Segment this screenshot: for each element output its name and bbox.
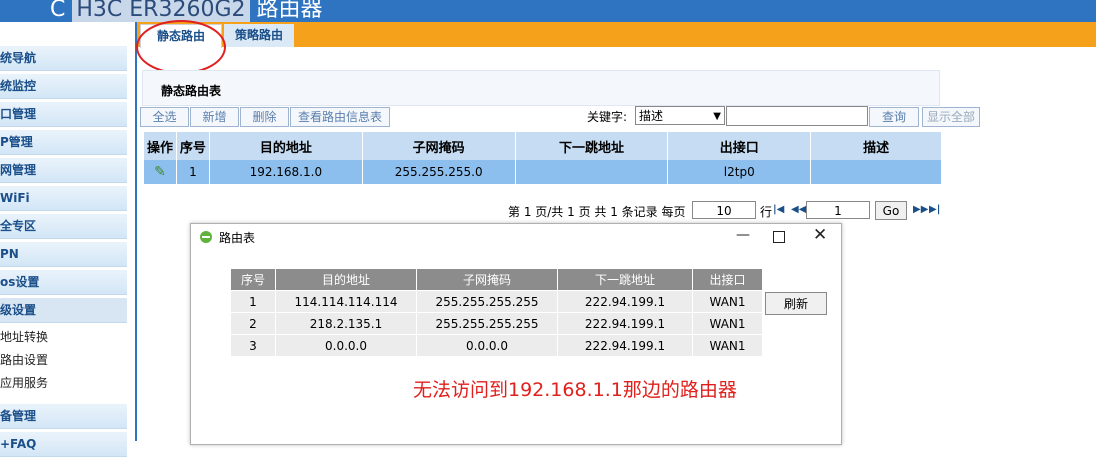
sidebar-item-security[interactable]: 全专区 (0, 214, 127, 239)
per-page-input[interactable]: 10 (692, 201, 756, 219)
col-header: 目的地址 (275, 269, 417, 291)
col-header: 操作 (144, 132, 177, 160)
sidebar-sub-routing[interactable]: 路由设置 (0, 351, 48, 368)
cell-dest: 0.0.0.0 (275, 334, 417, 356)
sidebar-item-interface[interactable]: 口管理 (0, 102, 127, 127)
col-header: 出接口 (692, 269, 763, 291)
cell-next-hop: 222.94.199.1 (557, 290, 693, 313)
col-header: 下一跳地址 (557, 269, 693, 291)
col-header: 描述 (810, 132, 942, 160)
section-header: 静态路由表 (142, 70, 940, 106)
col-header: 目的地址 (209, 132, 363, 160)
sidebar-item-nav[interactable]: 统导航 (0, 46, 127, 71)
route-header-row: 序号 目的地址 子网掩码 下一跳地址 出接口 (231, 269, 763, 291)
title-suffix: 路由器 (256, 0, 323, 22)
row-unit-label: 行 (760, 205, 773, 219)
browser-icon (200, 231, 212, 243)
cell-mask: 255.255.255.255 (416, 312, 558, 335)
sidebar-item-vpn[interactable]: PN (0, 242, 127, 267)
dialog-title: 路由表 (219, 231, 256, 245)
last-page-icon[interactable]: ▶| (929, 204, 940, 215)
close-icon[interactable]: ✕ (813, 225, 827, 245)
cell-dest: 114.114.114.114 (275, 290, 417, 313)
cell-iface: WAN1 (692, 290, 763, 313)
next-page-icon[interactable]: ▶▶ (913, 204, 928, 215)
show-all-button[interactable]: 显示全部 (922, 107, 980, 127)
col-header: 下一跳地址 (515, 132, 669, 160)
table-row: 3 0.0.0.0 0.0.0.0 222.94.199.1 WAN1 (231, 334, 763, 356)
table-row: 1 114.114.114.114 255.255.255.255 222.94… (231, 290, 763, 313)
route-table: 序号 目的地址 子网掩码 下一跳地址 出接口 1 114.114.114.114… (231, 269, 763, 356)
sidebar-item-device[interactable]: 备管理 (0, 404, 127, 429)
cell-dest: 192.168.1.0 (209, 160, 363, 184)
chevron-down-icon: ▼ (713, 111, 721, 122)
cell-mask: 255.255.255.0 (362, 160, 516, 184)
sidebar: 统导航 统监控 口管理 P管理 网管理 WiFi 全专区 PN os设置 级设置… (0, 22, 135, 457)
col-header: 序号 (231, 269, 276, 291)
page-input[interactable]: 1 (806, 201, 870, 219)
pencil-icon[interactable]: ✎ (154, 164, 166, 180)
table-row: 2 218.2.135.1 255.255.255.255 222.94.199… (231, 312, 763, 335)
edit-cell[interactable]: ✎ (144, 160, 177, 184)
delete-button[interactable]: 删除 (240, 107, 289, 127)
sidebar-item-ip[interactable]: P管理 (0, 130, 127, 155)
col-header: 序号 (176, 132, 210, 160)
cell-next-hop: 222.94.199.1 (557, 312, 693, 335)
static-route-table: 操作 序号 目的地址 子网掩码 下一跳地址 出接口 描述 ✎ 1 192.168… (144, 132, 942, 184)
cell-index: 1 (176, 160, 210, 184)
refresh-button[interactable]: 刷新 (765, 292, 827, 315)
cell-index: 1 (231, 290, 276, 313)
cell-index: 2 (231, 312, 276, 335)
pager-text: 第 1 页/共 1 页 共 1 条记录 每页 (508, 205, 686, 219)
cell-iface: WAN1 (692, 312, 763, 335)
col-header: 子网掩码 (362, 132, 516, 160)
section-title: 静态路由表 (161, 84, 222, 98)
sidebar-sub-nat[interactable]: 地址转换 (0, 328, 48, 345)
sidebar-item-advanced[interactable]: 级设置 (0, 298, 127, 323)
cell-mask: 0.0.0.0 (416, 334, 558, 356)
route-table-dialog: 路由表 — ✕ 序号 目的地址 子网掩码 下一跳地址 出接口 1 114.114… (190, 223, 842, 445)
add-button[interactable]: 新增 (190, 107, 239, 127)
sidebar-sub-app[interactable]: 应用服务 (0, 374, 48, 391)
keyword-select[interactable]: 描述 ▼ (635, 106, 725, 125)
cell-next-hop (515, 160, 669, 184)
first-page-icon[interactable]: |◀ (773, 204, 784, 215)
col-header: 子网掩码 (416, 269, 558, 291)
cell-dest: 218.2.135.1 (275, 312, 417, 335)
cell-mask: 255.255.255.255 (416, 290, 558, 313)
cell-index: 3 (231, 334, 276, 356)
red-circle-annotation (136, 20, 226, 74)
sidebar-item-wifi[interactable]: WiFi (0, 186, 127, 211)
sidebar-item-monitor[interactable]: 统监控 (0, 74, 127, 99)
query-button[interactable]: 查询 (869, 107, 919, 127)
cell-iface: WAN1 (692, 334, 763, 356)
sidebar-item-qos[interactable]: os设置 (0, 270, 127, 295)
cell-desc (810, 160, 942, 184)
prev-page-icon[interactable]: ◀◀ (791, 204, 806, 215)
brand-fragment: C (50, 0, 66, 22)
table-header-row: 操作 序号 目的地址 子网掩码 下一跳地址 出接口 描述 (144, 132, 942, 160)
col-header: 出接口 (667, 132, 812, 160)
maximize-icon[interactable] (773, 231, 785, 243)
keyword-select-value: 描述 (639, 109, 664, 123)
minimize-icon[interactable]: — (736, 227, 750, 243)
top-header: C H3C ER3260G2 路由器 (0, 0, 1096, 22)
cell-next-hop: 222.94.199.1 (557, 334, 693, 356)
sidebar-item-faq[interactable]: +FAQ (0, 432, 127, 457)
annotation-note: 无法访问到192.168.1.1那边的路由器 (413, 379, 737, 401)
tab-policy-route[interactable]: 策略路由 (224, 24, 294, 47)
keyword-label: 关键字: (587, 110, 628, 124)
keyword-input[interactable] (726, 106, 868, 126)
model-name: H3C ER3260G2 (72, 0, 250, 22)
select-all-button[interactable]: 全选 (140, 107, 189, 127)
sidebar-divider (135, 22, 137, 441)
table-row[interactable]: ✎ 1 192.168.1.0 255.255.255.0 l2tp0 (144, 160, 942, 184)
go-button[interactable]: Go (875, 201, 907, 220)
view-route-info-button[interactable]: 查看路由信息表 (290, 107, 390, 127)
cell-iface: l2tp0 (667, 160, 812, 184)
sidebar-item-network[interactable]: 网管理 (0, 158, 127, 183)
